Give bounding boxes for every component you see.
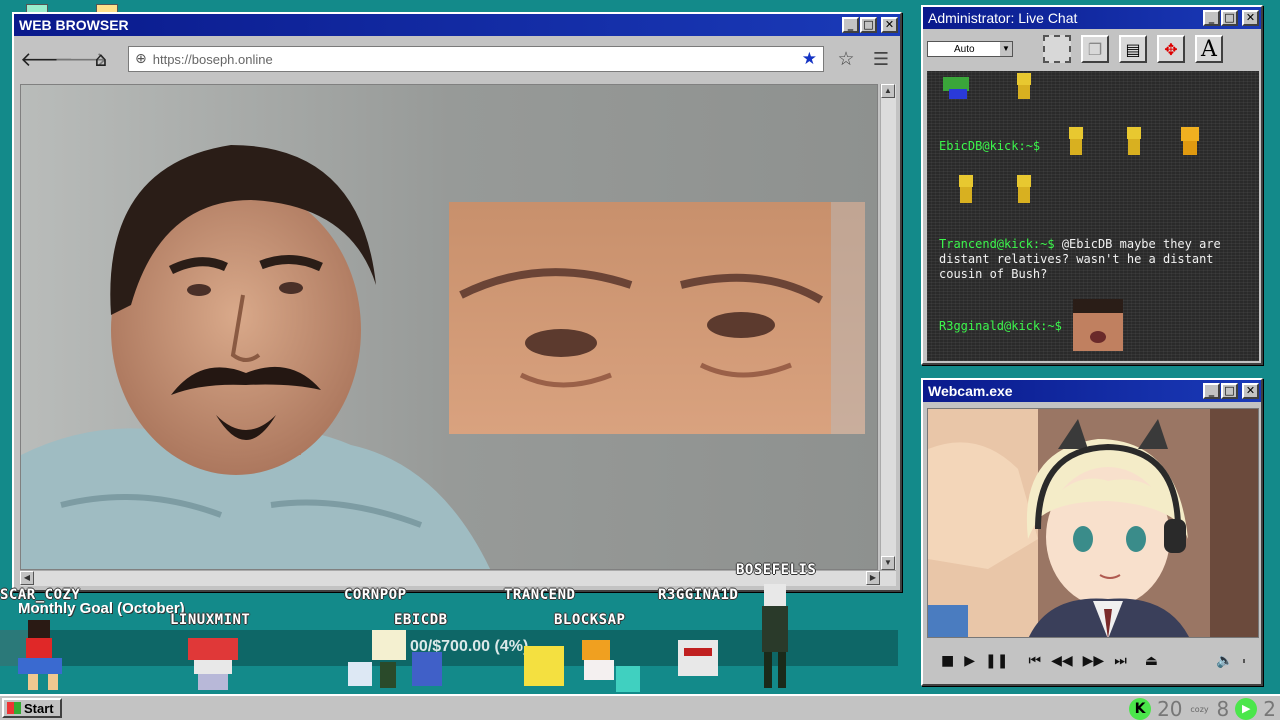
maximize-button[interactable]: □	[1221, 10, 1238, 26]
minimize-button[interactable]: _	[1203, 383, 1220, 399]
url-text[interactable]: https://boseph.online	[153, 52, 796, 67]
font-size-select[interactable]: Auto ▼	[927, 41, 1013, 57]
close-button[interactable]: ✕	[1242, 10, 1259, 26]
page-viewport	[20, 84, 878, 570]
play-count: 2	[1263, 697, 1276, 720]
chat-username[interactable]: Trancend@kick:~$	[939, 237, 1055, 251]
player-name: BLOCKSAP	[554, 612, 626, 628]
browser-titlebar[interactable]: WEB BROWSER _ □ ✕	[14, 14, 900, 36]
chat-username[interactable]: R3gginald@kick:~$	[939, 319, 1062, 333]
kick-icon[interactable]: K	[1129, 698, 1152, 720]
character-sprite	[188, 638, 238, 690]
play-circle-icon[interactable]: ▶	[1235, 698, 1258, 720]
webcam-view	[927, 408, 1259, 638]
close-button[interactable]: ✕	[1242, 383, 1259, 399]
chat-username[interactable]: EbicDB@kick:~$	[939, 139, 1040, 153]
webcam-window: Webcam.exe _ □ ✕ ■ ▶ ❚❚ ⏮ ◀◀ ▶▶ ⏭ ⏏ 🔈	[921, 378, 1263, 686]
chevron-down-icon[interactable]: ▼	[1000, 42, 1012, 56]
chat-log: EbicDB@kick:~$ Trancend@kick:~$ @EbicDB …	[927, 71, 1259, 361]
move-icon[interactable]: ✥	[1157, 35, 1185, 63]
cozy-label: cozy	[1190, 704, 1209, 714]
chat-message: EbicDB@kick:~$	[939, 139, 1239, 154]
system-tray: K 20 cozy 8 ▶ 2	[1129, 697, 1276, 720]
player-name: CORNPOP	[344, 587, 407, 603]
emote-sprite	[959, 175, 973, 203]
maximize-button[interactable]: □	[1221, 383, 1238, 399]
menu-icon[interactable]: ☰	[868, 49, 894, 70]
webcam-title: Webcam.exe	[928, 383, 1013, 399]
viewer-count: 20	[1157, 697, 1183, 720]
skip-back-icon[interactable]: ⏮	[1028, 653, 1041, 669]
back-arrow-icon[interactable]: 🡐	[20, 47, 74, 71]
chat-toolbar: Auto ▼ ❐ ▤ ✥ A	[923, 29, 1261, 69]
favorites-star-icon[interactable]: ☆	[832, 48, 860, 70]
address-bar[interactable]: ⊕ https://boseph.online ★	[128, 46, 824, 72]
cozy-count: 8	[1216, 697, 1230, 720]
chat-message: Trancend@kick:~$ @EbicDB maybe they are …	[939, 237, 1239, 282]
browser-window: WEB BROWSER _ □ ✕ 🡐 🡒 ⌂ ⊕ https://boseph…	[12, 12, 902, 592]
emote-sprite	[1017, 73, 1031, 99]
chat-window: Administrator: Live Chat _ □ ✕ Auto ▼ ❐ …	[921, 5, 1263, 365]
player-name: EBICDB	[394, 612, 448, 628]
avatar	[928, 409, 1258, 637]
character-sprite	[348, 630, 442, 688]
globe-icon: ⊕	[135, 51, 147, 67]
pause-icon[interactable]: ❚❚	[985, 653, 1008, 669]
character-sprite	[18, 620, 62, 690]
scroll-left-arrow-icon[interactable]: ◀	[20, 571, 34, 585]
skip-forward-icon[interactable]: ⏭	[1114, 653, 1127, 669]
rewind-icon[interactable]: ◀◀	[1051, 653, 1073, 669]
font-size-value: Auto	[954, 43, 975, 55]
forward-arrow-icon[interactable]: 🡒	[54, 47, 108, 71]
select-icon[interactable]	[1043, 35, 1071, 63]
video-frame	[21, 85, 877, 569]
character-sprite	[524, 640, 640, 692]
stop-icon[interactable]: ■	[941, 653, 954, 669]
webcam-titlebar[interactable]: Webcam.exe _ □ ✕	[923, 380, 1261, 402]
close-button[interactable]: ✕	[881, 17, 898, 33]
paste-icon[interactable]: ▤	[1119, 35, 1147, 63]
minimize-button[interactable]: _	[842, 17, 859, 33]
bookmark-star-icon[interactable]: ★	[802, 49, 817, 69]
browser-title: WEB BROWSER	[19, 17, 129, 33]
emote-sprite	[1017, 175, 1031, 203]
volume-slider[interactable]	[1243, 659, 1246, 663]
chat-title: Administrator: Live Chat	[928, 10, 1078, 26]
copy-icon[interactable]: ❐	[1081, 35, 1109, 63]
player-name: BOSEFELIS	[736, 562, 817, 578]
browser-toolbar: 🡐 🡒 ⌂ ⊕ https://boseph.online ★ ☆ ☰	[14, 36, 900, 82]
vertical-scrollbar[interactable]: ▲ ▼	[880, 84, 896, 570]
font-icon[interactable]: A	[1195, 35, 1223, 63]
scroll-up-arrow-icon[interactable]: ▲	[881, 84, 895, 98]
media-controls: ■ ▶ ❚❚ ⏮ ◀◀ ▶▶ ⏭ ⏏ 🔈	[927, 642, 1259, 680]
character-sprite	[678, 584, 788, 688]
player-name: LINUXMINT	[170, 612, 251, 628]
eject-icon[interactable]: ⏏	[1145, 653, 1158, 669]
windows-logo-icon	[7, 702, 21, 714]
scroll-down-arrow-icon[interactable]: ▼	[881, 556, 895, 570]
fast-forward-icon[interactable]: ▶▶	[1083, 653, 1105, 669]
player-name: TRANCEND	[504, 587, 576, 603]
home-icon[interactable]: ⌂	[88, 47, 114, 71]
emote-sprite	[943, 77, 969, 99]
chat-titlebar[interactable]: Administrator: Live Chat _ □ ✕	[923, 7, 1261, 29]
cozy-icon[interactable]: cozy	[1189, 705, 1211, 714]
scroll-right-arrow-icon[interactable]: ▶	[866, 571, 880, 585]
player-name: SCAR_COZY	[0, 587, 81, 603]
start-label: Start	[24, 700, 54, 716]
maximize-button[interactable]: □	[860, 17, 877, 33]
start-button[interactable]: Start	[2, 698, 62, 718]
taskbar: Start K 20 cozy 8 ▶ 2	[0, 694, 1280, 720]
volume-icon[interactable]: 🔈	[1216, 653, 1233, 669]
play-icon[interactable]: ▶	[964, 653, 975, 669]
chat-message: R3gginald@kick:~$	[939, 319, 1239, 334]
minimize-button[interactable]: _	[1203, 10, 1220, 26]
